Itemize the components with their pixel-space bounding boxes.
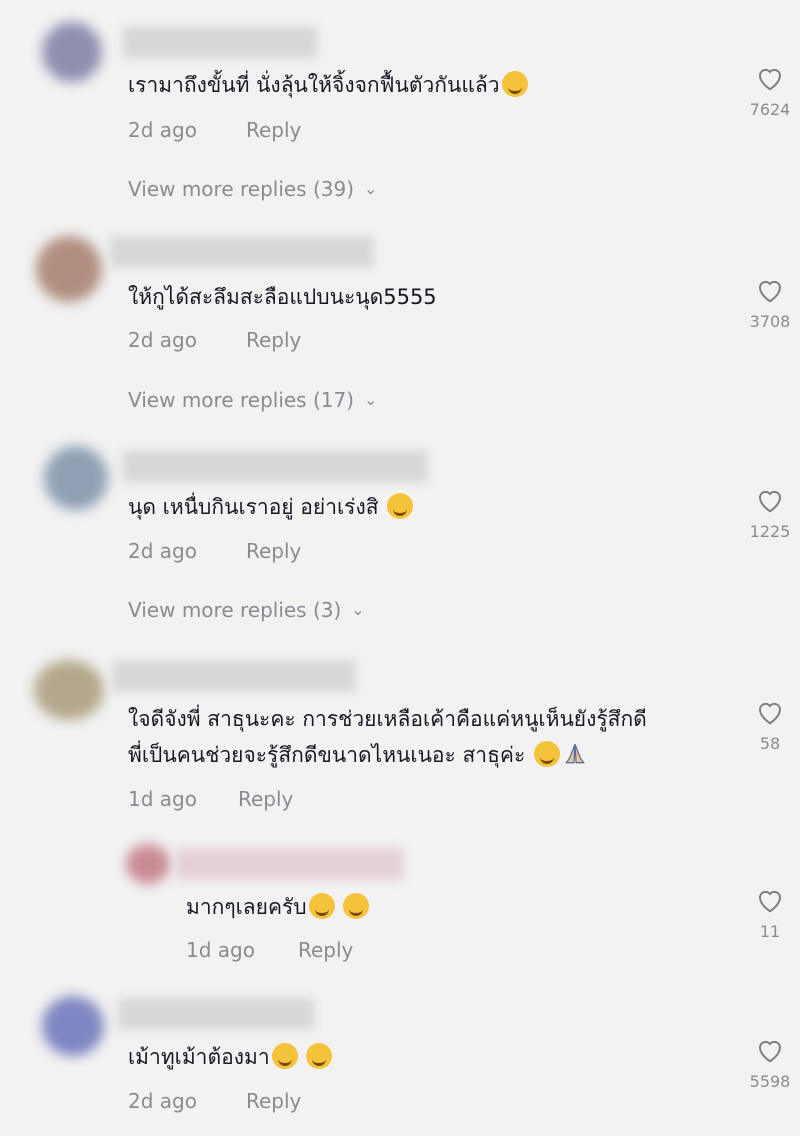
heart-outline-icon: [758, 702, 782, 725]
comment-meta: 2d ago Reply: [128, 328, 301, 352]
like-count: 1225: [749, 522, 791, 541]
comment-meta: 1d ago Reply: [186, 938, 353, 962]
heart-outline-icon: [758, 1040, 782, 1063]
timestamp: 2d ago: [128, 1089, 197, 1113]
avatar[interactable]: [34, 660, 104, 720]
comment-text: เรามาถึงขั้นที่ นั่งลุ้นให้จิ้งจกฟื้นตัว…: [128, 68, 528, 102]
praying-hands-icon: [564, 744, 585, 764]
avatar[interactable]: [42, 996, 104, 1056]
comment-text: ให้กูได้สะลึมสะลือแปบนะนุด5555: [128, 285, 437, 309]
laughing-emoji-icon: [501, 71, 528, 97]
heart-outline-icon: [758, 280, 782, 303]
like-button[interactable]: 58: [740, 698, 800, 753]
like-count: 3708: [749, 312, 791, 331]
laughing-emoji-icon: [271, 1043, 298, 1069]
chevron-down-icon: ⌄: [364, 179, 378, 198]
comment-meta: 2d ago Reply: [128, 1089, 301, 1113]
timestamp: 1d ago: [186, 938, 255, 962]
reply-button[interactable]: Reply: [246, 539, 301, 563]
chevron-down-icon: ⌄: [351, 600, 365, 619]
view-more-replies[interactable]: View more replies (39) ⌄: [128, 177, 377, 201]
salute-emoji-icon: [533, 741, 560, 767]
comment-text-line2: พี่เป็นคนช่วยจะรู้สึกดีขนาดไหนเนอะ สาธุค…: [128, 738, 588, 772]
comment-text: มากๆเลยครับ: [186, 890, 370, 924]
view-more-replies[interactable]: View more replies (3) ⌄: [128, 598, 365, 622]
username-blurred[interactable]: [118, 998, 314, 1030]
reply-button[interactable]: Reply: [246, 118, 301, 142]
reply-button[interactable]: Reply: [246, 328, 301, 352]
username-blurred[interactable]: [122, 26, 318, 58]
chevron-down-icon: ⌄: [364, 390, 378, 409]
laughing-emoji-icon: [306, 1043, 333, 1069]
comment-text: นุด เหนื่บกินเราอยู่ อย่าเร่งสิ: [128, 490, 414, 524]
heart-outline-icon: [758, 490, 782, 513]
timestamp: 1d ago: [128, 787, 197, 811]
comment-meta: 1d ago Reply: [128, 787, 293, 811]
avatar[interactable]: [42, 22, 102, 82]
username-blurred[interactable]: [110, 236, 374, 268]
view-more-replies[interactable]: View more replies (17) ⌄: [128, 388, 377, 412]
grimacing-emoji-icon: [343, 893, 370, 919]
comment-text: เม้าทูเม้าต้องมา: [128, 1040, 333, 1074]
avatar[interactable]: [44, 446, 108, 510]
like-count: 7624: [749, 100, 791, 119]
like-button[interactable]: 3708: [740, 276, 800, 331]
timestamp: 2d ago: [128, 539, 197, 563]
username-blurred[interactable]: [176, 848, 404, 880]
like-count: 5598: [749, 1072, 791, 1091]
like-button[interactable]: 11: [740, 886, 800, 941]
timestamp: 2d ago: [128, 328, 197, 352]
like-button[interactable]: 1225: [740, 486, 800, 541]
sweat-smile-emoji-icon: [387, 493, 414, 519]
heart-outline-icon: [758, 68, 782, 91]
like-count: 58: [759, 734, 781, 753]
like-button[interactable]: 7624: [740, 64, 800, 119]
reply-button[interactable]: Reply: [238, 787, 293, 811]
reply-button[interactable]: Reply: [298, 938, 353, 962]
username-blurred[interactable]: [112, 660, 356, 692]
like-button[interactable]: 5598: [740, 1036, 800, 1091]
avatar[interactable]: [126, 844, 170, 884]
reply-button[interactable]: Reply: [246, 1089, 301, 1113]
comment-meta: 2d ago Reply: [128, 118, 301, 142]
grimacing-emoji-icon: [308, 893, 335, 919]
heart-outline-icon: [758, 890, 782, 913]
avatar[interactable]: [36, 236, 102, 302]
comment-meta: 2d ago Reply: [128, 539, 301, 563]
comment-text: ใจดีจังพี่ สาธุนะคะ การช่วยเหลือเค้าคือแ…: [128, 707, 647, 731]
like-count: 11: [759, 922, 781, 941]
timestamp: 2d ago: [128, 118, 197, 142]
username-blurred[interactable]: [122, 450, 428, 482]
